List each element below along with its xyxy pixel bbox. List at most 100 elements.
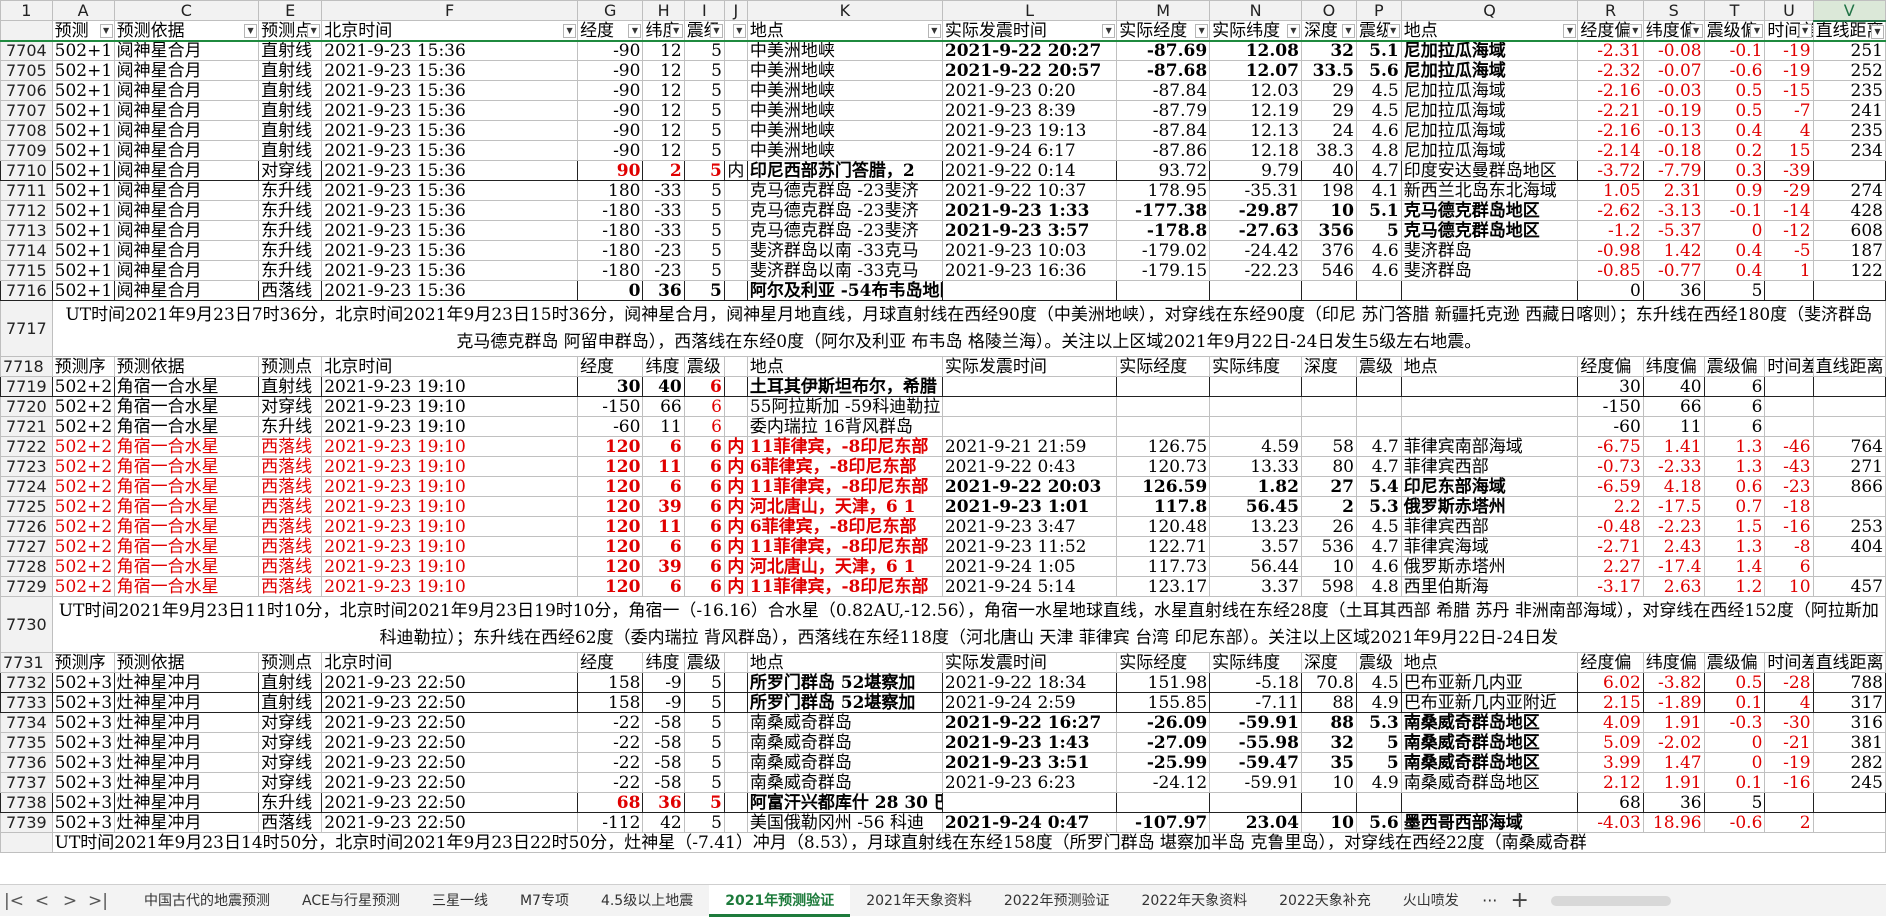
data-cell[interactable]: -21 (1764, 732, 1814, 753)
data-cell[interactable]: 巴布亚新几内亚附近 (1400, 692, 1579, 713)
filter-dropdown-icon[interactable]: ▼ (1563, 24, 1577, 38)
data-cell[interactable]: -179.02 (1116, 240, 1211, 261)
data-cell[interactable]: 120.73 (1116, 456, 1211, 477)
data-cell[interactable]: 2021-9-22 20:03 (941, 476, 1118, 497)
header-cell[interactable]: 纬度偏 ▼ (1642, 20, 1705, 41)
column-header-t[interactable]: T (1703, 0, 1766, 21)
data-cell[interactable]: 42 (642, 812, 685, 833)
data-cell[interactable]: 502+1 (51, 260, 115, 281)
data-cell[interactable]: 2021-9-23 15:36 (321, 260, 579, 281)
data-cell[interactable]: 5.3 (1356, 712, 1402, 733)
data-cell[interactable]: 阋神星合月 (113, 140, 260, 161)
column-header-a[interactable]: A (51, 0, 115, 21)
header-cell[interactable]: 实际发震时间 (941, 356, 1118, 377)
row-header[interactable]: 7727 (0, 536, 53, 557)
data-cell[interactable]: 内 (723, 516, 748, 537)
data-cell[interactable]: 2021-9-23 19:13 (941, 120, 1118, 141)
data-cell[interactable] (723, 100, 748, 121)
data-cell[interactable] (723, 692, 748, 713)
data-cell[interactable]: 0.2 (1703, 140, 1766, 161)
header-cell[interactable]: 北京时间 (321, 356, 579, 377)
data-cell[interactable]: 5 (683, 672, 725, 693)
data-cell[interactable]: 245 (1812, 772, 1886, 793)
data-cell[interactable]: 斐济群岛以南 -33克马 (746, 240, 943, 261)
data-cell[interactable]: 6 (642, 476, 685, 497)
data-cell[interactable]: 502+3 (51, 792, 115, 813)
data-cell[interactable]: -26.09 (1116, 712, 1211, 733)
header-cell[interactable]: 实际经度 (1116, 356, 1211, 377)
data-cell[interactable]: -59.47 (1209, 752, 1302, 773)
data-cell[interactable]: 5 (683, 220, 725, 241)
data-cell[interactable]: 阋神星合月 (113, 260, 260, 281)
data-cell[interactable] (1400, 792, 1579, 813)
data-cell[interactable]: 1.91 (1642, 772, 1705, 793)
row-header[interactable] (0, 20, 53, 41)
data-cell[interactable]: 0.9 (1703, 180, 1766, 201)
data-cell[interactable]: 2021-9-22 18:34 (941, 672, 1118, 693)
header-cell[interactable]: 预测点 ▼ (258, 20, 323, 41)
sheet-tab[interactable]: 三星一线 (416, 885, 504, 917)
data-cell[interactable]: 68 (1577, 792, 1644, 813)
data-cell[interactable]: -23 (642, 260, 685, 281)
column-header-l[interactable]: L (941, 0, 1118, 21)
data-cell[interactable]: 90 (577, 160, 644, 181)
header-cell[interactable]: 纬度偏 (1642, 652, 1705, 673)
sheet-tab[interactable]: 2022年预测验证 (988, 885, 1126, 917)
data-cell[interactable]: 直射线 (258, 376, 323, 397)
data-cell[interactable]: 502+3 (51, 672, 115, 693)
data-cell[interactable]: 120 (577, 476, 644, 497)
filter-dropdown-icon[interactable]: ▼ (1750, 24, 1764, 38)
data-cell[interactable]: 克马德克群岛地区 (1400, 220, 1579, 241)
header-cell[interactable]: 北京时间 ▼ (321, 20, 579, 41)
filter-dropdown-icon[interactable]: ▼ (1102, 24, 1116, 38)
row-header[interactable]: 7725 (0, 496, 53, 517)
data-cell[interactable]: 内 (723, 436, 748, 457)
filter-dropdown-icon[interactable]: ▼ (1286, 24, 1300, 38)
data-cell[interactable]: 11菲律宾，-8印尼东部 (746, 476, 943, 497)
data-cell[interactable]: 2021-9-23 19:10 (321, 436, 579, 457)
row-header[interactable]: 7712 (0, 200, 53, 221)
data-cell[interactable]: 土耳其伊斯坦布尔，希腊 5苏丹 -51非洲南部海域 (746, 376, 943, 397)
data-cell[interactable]: 40 (642, 376, 685, 397)
data-cell[interactable]: 河北唐山，天津，6 1 (746, 556, 943, 577)
row-header[interactable]: 7732 (0, 672, 53, 693)
data-cell[interactable]: 2.12 (1577, 772, 1644, 793)
data-cell[interactable]: -28 (1764, 672, 1814, 693)
row-header[interactable]: 7709 (0, 140, 53, 161)
filter-dropdown-icon[interactable]: ▼ (563, 24, 577, 38)
header-cell[interactable]: 地点 (1400, 356, 1579, 377)
data-cell[interactable]: 5 (1356, 220, 1402, 241)
data-cell[interactable]: 93.72 (1116, 160, 1211, 181)
data-cell[interactable]: 东升线 (258, 180, 323, 201)
data-cell[interactable]: -2.62 (1577, 200, 1644, 221)
data-cell[interactable]: 598 (1300, 576, 1358, 597)
data-cell[interactable]: 阋神星合月 (113, 180, 260, 201)
data-cell[interactable]: 10 (1300, 200, 1358, 221)
header-cell[interactable]: 实际纬度 (1209, 652, 1302, 673)
data-cell[interactable]: 2021-9-23 22:50 (321, 752, 579, 773)
data-cell[interactable] (1764, 280, 1814, 301)
data-cell[interactable]: 6菲律宾，-8印尼东部 (746, 516, 943, 537)
row-header[interactable]: 7721 (0, 416, 53, 437)
column-header-j[interactable]: J (723, 0, 748, 21)
data-cell[interactable]: 1.05 (1577, 180, 1644, 201)
data-cell[interactable]: 3.37 (1209, 576, 1302, 597)
data-cell[interactable]: 印尼西部苏门答腊，2 (746, 160, 943, 181)
data-cell[interactable]: 12.08 (1209, 39, 1302, 61)
data-cell[interactable]: 282 (1812, 752, 1886, 773)
data-cell[interactable]: 尼加拉瓜海域 (1400, 60, 1579, 81)
data-cell[interactable]: -60 (577, 416, 644, 437)
data-cell[interactable]: -15 (1764, 80, 1814, 101)
data-cell[interactable]: 东升线 (258, 416, 323, 437)
data-cell[interactable] (723, 260, 748, 281)
data-cell[interactable]: 1.5 (1703, 516, 1766, 537)
data-cell[interactable] (1400, 416, 1579, 437)
data-cell[interactable]: 36 (642, 792, 685, 813)
data-cell[interactable]: 东升线 (258, 260, 323, 281)
data-cell[interactable]: 502+2 (51, 536, 115, 557)
data-cell[interactable]: 80 (1300, 456, 1358, 477)
data-cell[interactable] (941, 416, 1118, 437)
data-cell[interactable]: 2021-9-23 6:23 (941, 772, 1118, 793)
data-cell[interactable]: 2021-9-23 15:36 (321, 200, 579, 221)
data-cell[interactable]: 阋神星合月 (113, 280, 260, 301)
